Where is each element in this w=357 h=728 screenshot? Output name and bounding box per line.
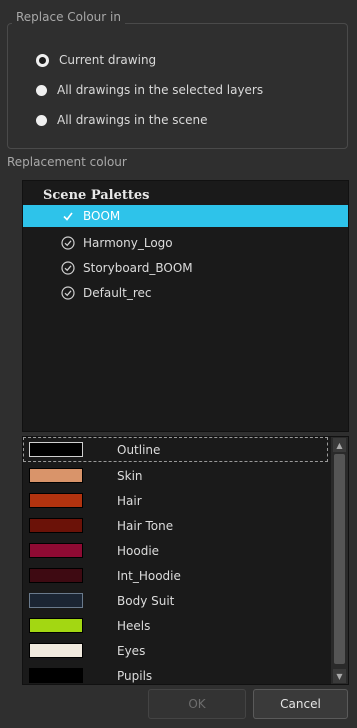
- swatch-color: [29, 643, 83, 658]
- swatch-name: Heels: [117, 618, 151, 633]
- swatch-row[interactable]: Hair: [23, 488, 328, 513]
- radio-label: All drawings in the selected layers: [57, 83, 264, 97]
- check-icon: [61, 209, 75, 223]
- swatch-row[interactable]: Heels: [23, 613, 328, 638]
- tree-header: Scene Palettes: [43, 188, 150, 203]
- swatch-row[interactable]: Outline: [23, 437, 328, 462]
- scroll-up-icon[interactable]: ▲: [333, 438, 346, 452]
- swatch-color: [29, 568, 83, 583]
- swatch-row[interactable]: Eyes: [23, 638, 328, 663]
- palette-item-storyboard-boom[interactable]: Storyboard_BOOM: [23, 257, 348, 279]
- swatch-row[interactable]: Body Suit: [23, 588, 328, 613]
- swatch-name: Hair Tone: [117, 518, 174, 533]
- scroll-down-icon[interactable]: ▼: [333, 669, 346, 683]
- swatch-color: [29, 593, 83, 608]
- check-circle-icon: [61, 286, 75, 300]
- check-circle-icon: [61, 236, 75, 250]
- swatch-name: Eyes: [117, 643, 146, 658]
- swatch-row[interactable]: Hair Tone: [23, 513, 328, 538]
- swatch-color: [29, 518, 83, 533]
- radio-label: Current drawing: [59, 53, 157, 67]
- palette-name: BOOM: [83, 209, 121, 223]
- swatch-name: Hoodie: [117, 543, 160, 558]
- swatch-row[interactable]: Pupils: [23, 663, 328, 684]
- palette-tree[interactable]: Scene Palettes BOOM Harmony_Logo Storybo…: [22, 180, 349, 432]
- swatch-color: [29, 618, 83, 633]
- colour-swatch-list[interactable]: Outline Skin Hair Hair Tone Hoodie Int_H…: [22, 436, 349, 685]
- swatch-name: Pupils: [117, 668, 153, 683]
- palette-name: Harmony_Logo: [83, 236, 173, 250]
- check-circle-icon: [61, 261, 75, 275]
- palette-name: Default_rec: [83, 286, 152, 300]
- palette-name: Storyboard_BOOM: [83, 261, 193, 275]
- radio-unchecked-icon[interactable]: [36, 84, 47, 96]
- swatch-color: [29, 493, 83, 508]
- radio-scene[interactable]: All drawings in the scene: [36, 113, 208, 127]
- swatch-color: [29, 668, 83, 683]
- palette-item-default-rec[interactable]: Default_rec: [23, 282, 348, 304]
- swatch-name: Body Suit: [117, 593, 175, 608]
- scrollbar-thumb[interactable]: [334, 454, 345, 664]
- radio-label: All drawings in the scene: [57, 113, 208, 127]
- swatch-name: Hair: [117, 493, 142, 508]
- palette-item-boom[interactable]: BOOM: [23, 205, 348, 227]
- replace-colour-title: Replace Colour in: [12, 10, 125, 24]
- swatch-row[interactable]: Skin: [23, 463, 328, 488]
- radio-unchecked-icon[interactable]: [36, 114, 47, 126]
- cancel-button[interactable]: Cancel: [253, 689, 348, 719]
- swatch-name: Int_Hoodie: [117, 568, 181, 583]
- swatch-name: Outline: [117, 442, 161, 457]
- swatch-color: [29, 442, 83, 457]
- swatch-row[interactable]: Int_Hoodie: [23, 563, 328, 588]
- radio-selected-layers[interactable]: All drawings in the selected layers: [36, 83, 263, 97]
- radio-checked-icon[interactable]: [36, 53, 49, 67]
- ok-button[interactable]: OK: [148, 689, 246, 719]
- replacement-colour-label: Replacement colour: [7, 155, 127, 169]
- vertical-scrollbar[interactable]: ▲ ▼: [331, 437, 348, 684]
- palette-item-harmony-logo[interactable]: Harmony_Logo: [23, 232, 348, 254]
- swatch-color: [29, 468, 83, 483]
- radio-current-drawing[interactable]: Current drawing: [36, 53, 156, 67]
- swatch-row[interactable]: Hoodie: [23, 538, 328, 563]
- swatch-color: [29, 543, 83, 558]
- swatch-name: Skin: [117, 468, 143, 483]
